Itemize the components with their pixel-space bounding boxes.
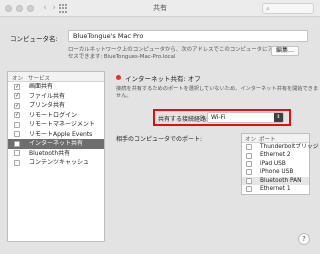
checkmark-icon: ✓ [15,112,20,118]
service-label: 画面共有 [29,83,54,90]
share-from-value: Wi-Fi [211,114,226,121]
service-checkbox[interactable] [14,140,20,147]
services-rows: ✓ 画面共有 ✓ ファイル共有 ✓ プリンタ共有 ✓ リモートログインリモートマネージメントリ… [8,82,104,168]
service-row[interactable]: ✓ リモートログイン [8,111,104,121]
chevron-updown-icon: ⇕ [274,113,283,122]
service-checkbox[interactable] [14,121,20,128]
title-bar: ‹ › 共有 ⌕ [0,0,320,17]
share-from-label: 共有する接続経路: [158,116,209,123]
port-checkbox[interactable] [246,144,252,151]
ports-list: オン ポート Thunderboltブリッジ Ethernet 2 iPad USB… [241,133,319,195]
port-row[interactable]: Bluetooth PAN [242,176,309,185]
status-text: インターネット共有: オフ [125,75,201,83]
service-label: リモートログイン [29,111,78,119]
ports-rows: Thunderboltブリッジ Ethernet 2 iPad USB iPhone … [242,143,319,193]
port-row[interactable]: Ethernet 2 [242,151,309,159]
port-row[interactable]: Ethernet 1 [242,185,309,193]
service-row[interactable]: インターネット共有 [8,139,104,149]
checkmark-icon: ✓ [15,83,20,90]
share-from-select[interactable]: Wi-Fi ⇕ [207,112,284,123]
service-label: プリンタ共有 [29,102,66,109]
port-checkbox[interactable] [246,186,252,193]
service-checkbox[interactable]: ✓ [14,83,20,90]
edit-button[interactable]: 編集… [271,46,299,56]
service-row[interactable]: Bluetooth共有 [8,149,104,159]
computer-name-field[interactable]: BlueTongue's Mac Pro [68,30,308,42]
service-row[interactable]: リモートApple Events [8,130,104,140]
services-list: オン サービス ✓ 画面共有 ✓ ファイル共有 ✓ プリンタ共有 ✓ リモートログインリモート… [7,71,105,242]
column-header-on: オン [245,137,257,143]
computer-name-address: セスできます: BlueTongues-Mac-Pro.local [68,54,176,60]
service-row[interactable]: ✓ プリンタ共有 [8,101,104,111]
status-description-cont: せん。 [116,93,132,99]
checkmark-icon: ✓ [15,93,20,99]
service-label: コンテンツキャッシュ [29,159,90,166]
column-header-port: ポート [259,137,276,143]
service-label: インターネット共有 [29,140,84,147]
service-checkbox[interactable]: ✓ [14,112,20,118]
service-label: Bluetooth共有 [29,149,71,157]
status-indicator-icon [116,75,121,80]
port-label: Thunderboltブリッジ [260,144,319,150]
help-button[interactable]: ? [298,233,310,245]
service-row[interactable]: ✓ 画面共有 [8,82,104,92]
service-label: ファイル共有 [29,92,66,100]
ports-label: 相手のコンピュータでのポート: [116,136,203,143]
service-label: リモートApple Events [29,130,93,138]
service-checkbox[interactable] [14,131,20,137]
port-checkbox[interactable] [246,169,252,176]
port-row[interactable]: iPad USB [242,160,309,168]
search-input[interactable]: ⌕ [262,3,314,14]
checkmark-icon: ✓ [15,102,20,109]
service-label: リモートマネージメント [29,121,95,128]
service-checkbox[interactable] [14,150,20,156]
status-description: 接続を共有するためのポートを選択していないため、インターネット共有を開始できま [116,86,319,92]
port-label: Ethernet 2 [260,152,291,159]
port-label: iPad USB [260,160,286,167]
service-checkbox[interactable]: ✓ [14,102,20,109]
service-checkbox[interactable] [14,159,20,166]
port-label: iPhone USB [260,169,294,176]
port-row[interactable]: iPhone USB [242,168,309,176]
port-label: Ethernet 1 [260,185,291,192]
computer-name-label: コンピュータ名: [10,35,58,43]
port-checkbox[interactable] [246,160,252,167]
service-row[interactable]: ✓ ファイル共有 [8,92,104,102]
service-row[interactable]: コンテンツキャッシュ [8,158,104,168]
port-label: Bluetooth PAN [260,177,302,184]
service-row[interactable]: リモートマネージメント [8,120,104,130]
search-icon: ⌕ [266,5,270,13]
column-header-on: オン [12,76,24,82]
service-checkbox[interactable]: ✓ [14,93,20,99]
services-list-header: オン サービス [8,72,104,82]
port-checkbox[interactable] [246,152,252,159]
port-row[interactable]: Thunderboltブリッジ [242,143,319,151]
ports-list-header: オン ポート [242,134,309,143]
column-header-service: サービス [28,76,51,82]
port-checkbox[interactable] [246,177,252,184]
